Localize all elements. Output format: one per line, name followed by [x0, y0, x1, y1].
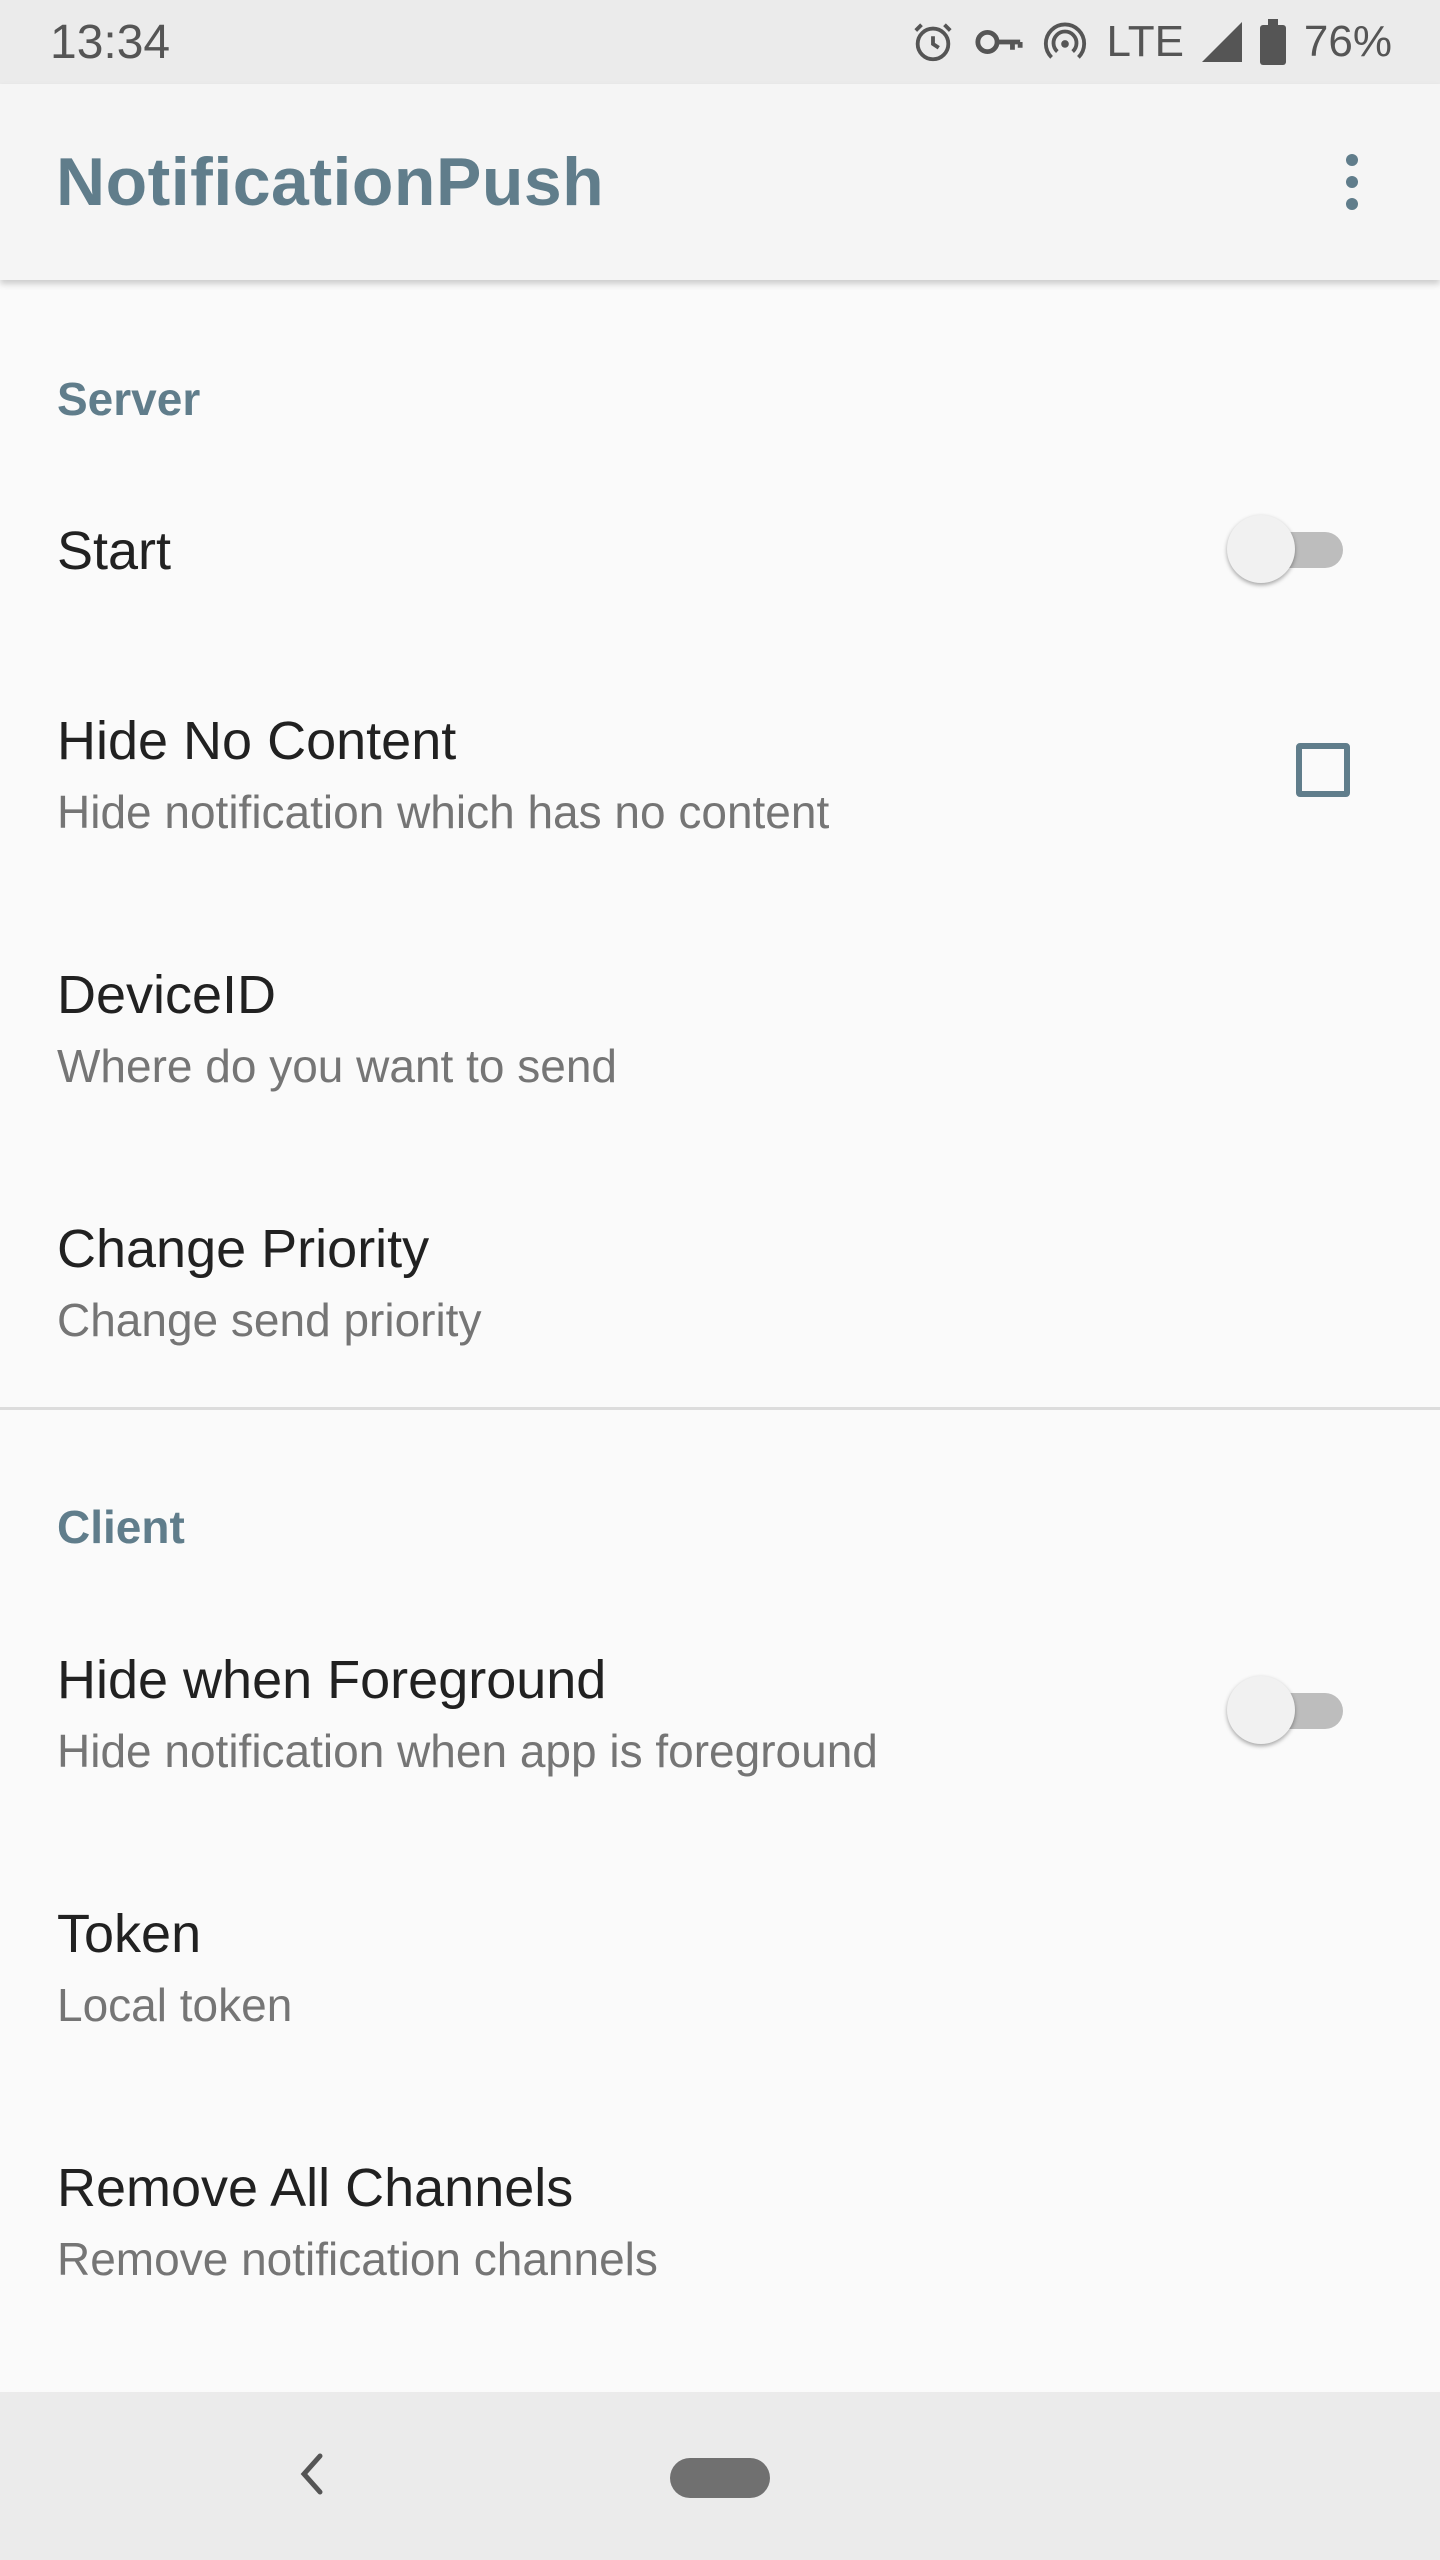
pref-change-priority-summary: Change send priority — [57, 1294, 482, 1346]
pref-hide-no-content-summary: Hide notification which has no content — [57, 786, 830, 838]
more-options-button[interactable] — [1304, 134, 1400, 230]
pref-token-title: Token — [57, 1904, 202, 1964]
vpn-key-icon — [974, 22, 1024, 62]
switch-thumb — [1227, 1676, 1295, 1744]
pref-token[interactable] — [0, 1840, 1440, 2090]
battery-percent: 76% — [1303, 17, 1392, 66]
pref-token-summary: Local token — [57, 1979, 293, 2031]
pref-remove-all-channels-summary: Remove notification channels — [57, 2233, 658, 2285]
pref-hide-when-foreground-summary: Hide notification when app is foreground — [57, 1725, 878, 1777]
hide-when-foreground-switch[interactable] — [1227, 1676, 1345, 1746]
hide-no-content-checkbox[interactable] — [1296, 743, 1350, 797]
category-server: Server — [57, 373, 201, 425]
pref-device-id-title: DeviceID — [57, 965, 277, 1025]
status-icons: LTE 76% — [910, 17, 1392, 67]
pref-remove-all-channels[interactable] — [0, 2100, 1440, 2350]
app-title: NotificationPush — [56, 144, 605, 220]
screen: 13:34 LTE 76% NotificationPush Server St… — [0, 0, 1440, 2560]
signal-icon — [1201, 22, 1242, 62]
more-vert-icon — [1344, 152, 1360, 212]
app-bar: NotificationPush — [0, 84, 1440, 280]
category-client: Client — [57, 1501, 185, 1553]
network-type: LTE — [1106, 17, 1184, 66]
pref-device-id-summary: Where do you want to send — [57, 1040, 617, 1092]
pref-hide-when-foreground-title: Hide when Foreground — [57, 1650, 607, 1710]
back-icon — [290, 2444, 330, 2504]
status-bar: 13:34 LTE 76% — [0, 0, 1440, 84]
battery-icon — [1259, 19, 1286, 65]
switch-thumb — [1227, 515, 1295, 583]
alarm-icon — [910, 19, 956, 65]
pref-start-title: Start — [57, 521, 172, 581]
hotspot-icon — [1042, 19, 1088, 65]
pref-hide-no-content-title: Hide No Content — [57, 711, 457, 771]
pref-change-priority-title: Change Priority — [57, 1219, 430, 1279]
home-pill-icon[interactable] — [670, 2458, 770, 2498]
status-time: 13:34 — [50, 15, 171, 69]
section-divider — [0, 1407, 1440, 1410]
start-switch[interactable] — [1227, 515, 1345, 585]
pref-remove-all-channels-title: Remove All Channels — [57, 2158, 574, 2218]
back-button[interactable] — [290, 2444, 330, 2504]
